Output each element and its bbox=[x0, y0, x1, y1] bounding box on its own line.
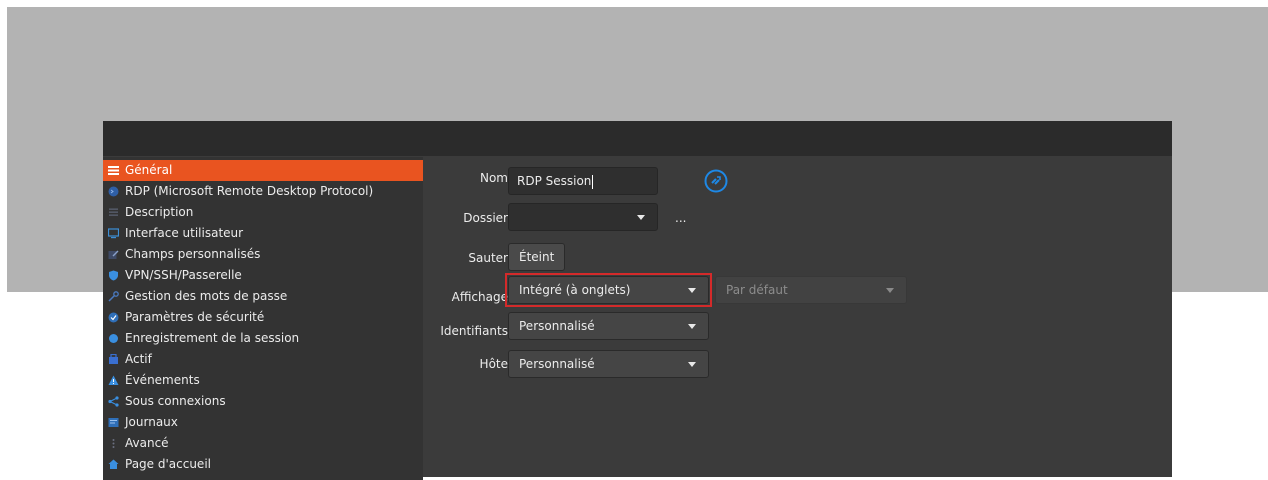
sidebar-item-label: Journaux bbox=[125, 415, 178, 429]
affichage-combo[interactable]: Intégré (à onglets) bbox=[508, 276, 709, 304]
sidebar-item-recording[interactable]: Enregistrement de la session bbox=[103, 328, 423, 349]
sidebar-item-label: Champs personnalisés bbox=[125, 247, 261, 261]
sidebar-item-asset[interactable]: Actif bbox=[103, 349, 423, 370]
sidebar-item-label: Général bbox=[125, 163, 173, 177]
identifiants-combo[interactable]: Personnalisé bbox=[508, 312, 709, 340]
connection-properties-window: Général RDP (Microsoft Remote Desktop Pr… bbox=[103, 121, 1172, 480]
sidebar-item-label: Page d'accueil bbox=[125, 457, 211, 471]
sidebar-item-label: Actif bbox=[125, 352, 152, 366]
sidebar-item-interface[interactable]: Interface utilisateur bbox=[103, 223, 423, 244]
log-icon bbox=[108, 418, 119, 427]
affichage-secondary-value: Par défaut bbox=[726, 283, 788, 297]
chevron-down-icon bbox=[637, 215, 645, 220]
sidebar-item-label: Paramètres de sécurité bbox=[125, 310, 265, 324]
description-icon bbox=[109, 208, 118, 216]
identifiants-label: Identifiants bbox=[440, 324, 508, 338]
sidebar-item-sub-connections[interactable]: Sous connexions bbox=[103, 391, 423, 412]
affichage-mode-combo[interactable]: Par défaut bbox=[715, 276, 907, 304]
rdp-icon bbox=[704, 169, 728, 193]
chevron-down-icon bbox=[886, 288, 894, 293]
chevron-down-icon bbox=[688, 362, 696, 367]
sidebar: Général RDP (Microsoft Remote Desktop Pr… bbox=[103, 157, 423, 480]
sidebar-item-label: Interface utilisateur bbox=[125, 226, 244, 240]
text-caret bbox=[592, 174, 594, 189]
chevron-down-icon bbox=[688, 324, 696, 329]
sidebar-item-advanced[interactable]: Avancé bbox=[103, 433, 423, 454]
sidebar-item-passwords[interactable]: Gestion des mots de passe bbox=[103, 286, 423, 307]
more-icon bbox=[112, 439, 115, 448]
home-icon bbox=[108, 459, 119, 469]
monitor-icon bbox=[108, 228, 119, 239]
sidebar-item-label: Enregistrement de la session bbox=[125, 331, 300, 345]
window-titlebar bbox=[103, 121, 1172, 156]
sidebar-item-label: Événements bbox=[125, 373, 200, 387]
sidebar-item-events[interactable]: Événements bbox=[103, 370, 423, 391]
sidebar-item-label: Description bbox=[125, 205, 194, 219]
sidebar-item-label: RDP (Microsoft Remote Desktop Protocol) bbox=[125, 184, 374, 198]
nom-input[interactable]: RDP Session bbox=[508, 167, 658, 195]
chevron-down-icon bbox=[688, 288, 696, 293]
dossier-combo[interactable] bbox=[508, 203, 658, 231]
sidebar-item-logs[interactable]: Journaux bbox=[103, 412, 423, 433]
rdp-icon bbox=[108, 186, 119, 197]
dossier-browse-button[interactable]: ... bbox=[675, 211, 686, 225]
sidebar-item-custom-fields[interactable]: Champs personnalisés bbox=[103, 244, 423, 265]
asset-icon bbox=[109, 354, 118, 364]
sidebar-item-label: Avancé bbox=[125, 436, 169, 450]
key-icon bbox=[108, 291, 119, 302]
sidebar-item-label: Gestion des mots de passe bbox=[125, 289, 288, 303]
sidebar-item-vpn[interactable]: VPN/SSH/Passerelle bbox=[103, 265, 423, 286]
nom-value: RDP Session bbox=[517, 174, 592, 188]
shield-icon bbox=[109, 270, 118, 281]
sidebar-item-general[interactable]: Général bbox=[103, 160, 423, 181]
sidebar-item-home[interactable]: Page d'accueil bbox=[103, 454, 423, 475]
security-icon bbox=[108, 312, 119, 323]
hote-combo[interactable]: Personnalisé bbox=[508, 350, 709, 378]
affichage-value: Intégré (à onglets) bbox=[519, 283, 631, 297]
dossier-label: Dossier bbox=[463, 211, 508, 225]
general-panel: Nom RDP Session Dossier ... Sauter Étein… bbox=[423, 157, 1172, 477]
sidebar-item-security[interactable]: Paramètres de sécurité bbox=[103, 307, 423, 328]
share-icon bbox=[108, 396, 119, 407]
hote-value: Personnalisé bbox=[519, 357, 595, 371]
identifiants-value: Personnalisé bbox=[519, 319, 595, 333]
sauter-toggle-button[interactable]: Éteint bbox=[508, 243, 566, 271]
sidebar-item-label: Sous connexions bbox=[125, 394, 226, 408]
hote-label: Hôte bbox=[479, 357, 508, 371]
edit-icon bbox=[108, 250, 119, 259]
record-icon bbox=[109, 334, 118, 343]
nom-label: Nom bbox=[479, 171, 508, 185]
list-icon bbox=[108, 166, 119, 175]
warning-icon bbox=[108, 375, 119, 385]
sidebar-item-description[interactable]: Description bbox=[103, 202, 423, 223]
sidebar-item-rdp[interactable]: RDP (Microsoft Remote Desktop Protocol) bbox=[103, 181, 423, 202]
sauter-label: Sauter bbox=[468, 251, 508, 265]
affichage-label: Affichage bbox=[451, 290, 508, 304]
sidebar-item-label: VPN/SSH/Passerelle bbox=[125, 268, 242, 282]
